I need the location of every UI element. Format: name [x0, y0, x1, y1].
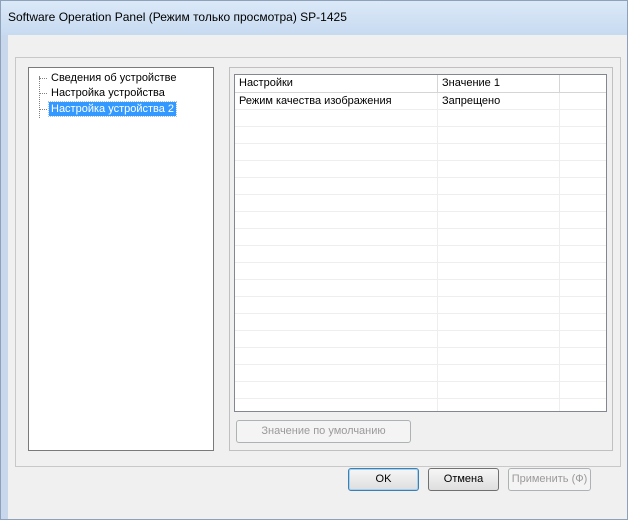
- table-cell: Запрещено: [438, 93, 560, 110]
- dialog-window: Software Operation Panel (Режим только п…: [0, 0, 628, 520]
- table-row[interactable]: [235, 212, 606, 229]
- tree-branch-line: [39, 109, 47, 110]
- tree-item-label: Настройка устройства 2: [47, 101, 178, 117]
- table-row[interactable]: [235, 365, 606, 382]
- table-cell: [235, 365, 438, 382]
- table-row[interactable]: [235, 382, 606, 399]
- table-cell: [235, 399, 438, 411]
- table-cell: [560, 365, 606, 382]
- table-cell: [560, 93, 606, 110]
- table-cell: [235, 178, 438, 195]
- column-header-value-1[interactable]: Значение 1: [438, 75, 560, 92]
- table-row[interactable]: [235, 161, 606, 178]
- table-row[interactable]: [235, 144, 606, 161]
- window-title: Software Operation Panel (Режим только п…: [8, 10, 347, 24]
- table-cell: [235, 127, 438, 144]
- tree-item-label: Настройка устройства: [51, 87, 165, 99]
- table-cell: [438, 178, 560, 195]
- table-cell: [560, 229, 606, 246]
- table-row[interactable]: [235, 178, 606, 195]
- table-cell: [438, 365, 560, 382]
- table-cell: [560, 399, 606, 411]
- table-cell: [235, 348, 438, 365]
- table-row[interactable]: [235, 348, 606, 365]
- table-row[interactable]: [235, 263, 606, 280]
- table-cell: [438, 399, 560, 411]
- table-cell: [438, 212, 560, 229]
- table-row[interactable]: Режим качества изображения Запрещено: [235, 93, 606, 110]
- table-row[interactable]: [235, 399, 606, 411]
- table-cell: [438, 263, 560, 280]
- table-cell: [560, 263, 606, 280]
- table-cell: [438, 161, 560, 178]
- table-cell: [560, 127, 606, 144]
- table-cell: [560, 246, 606, 263]
- apply-button[interactable]: Применить (Ф): [508, 468, 591, 491]
- table-cell: [560, 144, 606, 161]
- table-cell: Режим качества изображения: [235, 93, 438, 110]
- table-cell: [438, 297, 560, 314]
- table-cell: [560, 314, 606, 331]
- table-cell: [560, 382, 606, 399]
- list-header: Настройки Значение 1: [235, 75, 606, 93]
- column-header-empty[interactable]: [560, 75, 606, 92]
- table-cell: [235, 297, 438, 314]
- table-cell: [560, 212, 606, 229]
- table-cell: [560, 331, 606, 348]
- table-cell: [560, 195, 606, 212]
- table-cell: [438, 382, 560, 399]
- cancel-button[interactable]: Отмена: [428, 468, 499, 491]
- table-row[interactable]: [235, 195, 606, 212]
- table-cell: [235, 382, 438, 399]
- table-cell: [235, 331, 438, 348]
- navigation-tree[interactable]: Сведения об устройстве Настройка устройс…: [28, 67, 214, 451]
- table-cell: [438, 144, 560, 161]
- table-row[interactable]: [235, 229, 606, 246]
- table-cell: [235, 110, 438, 127]
- table-cell: [438, 314, 560, 331]
- title-bar[interactable]: Software Operation Panel (Режим только п…: [1, 1, 627, 35]
- table-cell: [560, 297, 606, 314]
- table-cell: [560, 161, 606, 178]
- tree-item-label: Сведения об устройстве: [51, 72, 177, 84]
- table-row[interactable]: [235, 297, 606, 314]
- table-cell: [235, 144, 438, 161]
- ok-button[interactable]: OK: [348, 468, 419, 491]
- table-cell: [235, 246, 438, 263]
- table-cell: [438, 331, 560, 348]
- table-row[interactable]: [235, 110, 606, 127]
- table-cell: [235, 195, 438, 212]
- table-cell: [560, 110, 606, 127]
- settings-list[interactable]: Настройки Значение 1 Режим качества изоб…: [234, 74, 607, 412]
- column-header-settings[interactable]: Настройки: [235, 75, 438, 92]
- default-value-button[interactable]: Значение по умолчанию: [236, 420, 411, 443]
- tree-branch-line: [39, 93, 47, 94]
- table-row[interactable]: [235, 314, 606, 331]
- table-row[interactable]: [235, 280, 606, 297]
- table-row[interactable]: [235, 331, 606, 348]
- table-cell: [438, 229, 560, 246]
- table-cell: [235, 314, 438, 331]
- table-cell: [235, 280, 438, 297]
- tree-connector-line: [39, 76, 41, 118]
- table-cell: [560, 280, 606, 297]
- window-frame-edge: [1, 35, 8, 519]
- table-cell: [438, 348, 560, 365]
- table-cell: [235, 263, 438, 280]
- table-cell: [438, 127, 560, 144]
- table-cell: [235, 161, 438, 178]
- table-cell: [560, 178, 606, 195]
- table-cell: [438, 246, 560, 263]
- table-cell: [235, 229, 438, 246]
- table-row[interactable]: [235, 246, 606, 263]
- table-cell: [438, 110, 560, 127]
- table-cell: [438, 280, 560, 297]
- table-cell: [235, 212, 438, 229]
- table-cell: [438, 195, 560, 212]
- table-cell: [560, 348, 606, 365]
- tree-branch-line: [39, 78, 47, 79]
- table-row[interactable]: [235, 127, 606, 144]
